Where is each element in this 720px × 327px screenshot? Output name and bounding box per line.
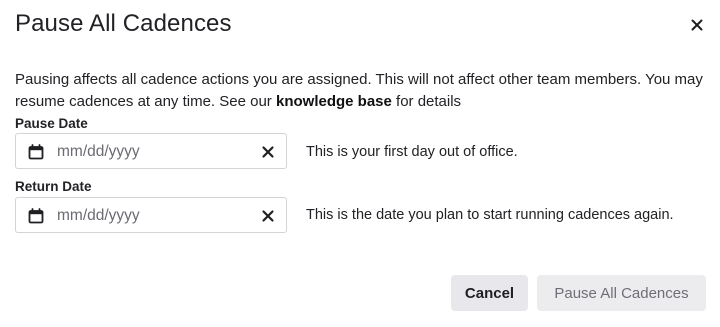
return-date-input[interactable]: mm/dd/yyyy (15, 197, 287, 233)
pause-date-label: Pause Date (15, 116, 88, 131)
dialog-title: Pause All Cadences (15, 10, 232, 37)
close-icon (691, 19, 703, 31)
close-button[interactable] (686, 14, 708, 36)
cancel-button[interactable]: Cancel (451, 275, 528, 311)
pause-date-input[interactable]: mm/dd/yyyy (15, 133, 287, 169)
return-date-hint: This is the date you plan to start runni… (306, 207, 674, 223)
return-date-placeholder: mm/dd/yyyy (57, 207, 140, 224)
pause-date-placeholder: mm/dd/yyyy (57, 143, 140, 160)
return-date-label: Return Date (15, 179, 92, 194)
pause-cadences-dialog: Pause All Cadences Pausing affects all c… (0, 0, 720, 327)
clear-icon[interactable] (260, 208, 276, 224)
pause-date-hint: This is your first day out of office. (306, 144, 518, 160)
calendar-icon[interactable] (28, 144, 44, 160)
calendar-icon[interactable] (28, 208, 44, 224)
knowledge-base-link[interactable]: knowledge base (276, 93, 392, 110)
pause-all-cadences-button[interactable]: Pause All Cadences (537, 275, 706, 311)
clear-icon[interactable] (260, 144, 276, 160)
dialog-description: Pausing affects all cadence actions you … (15, 69, 713, 113)
description-text-after: for details (391, 93, 462, 110)
